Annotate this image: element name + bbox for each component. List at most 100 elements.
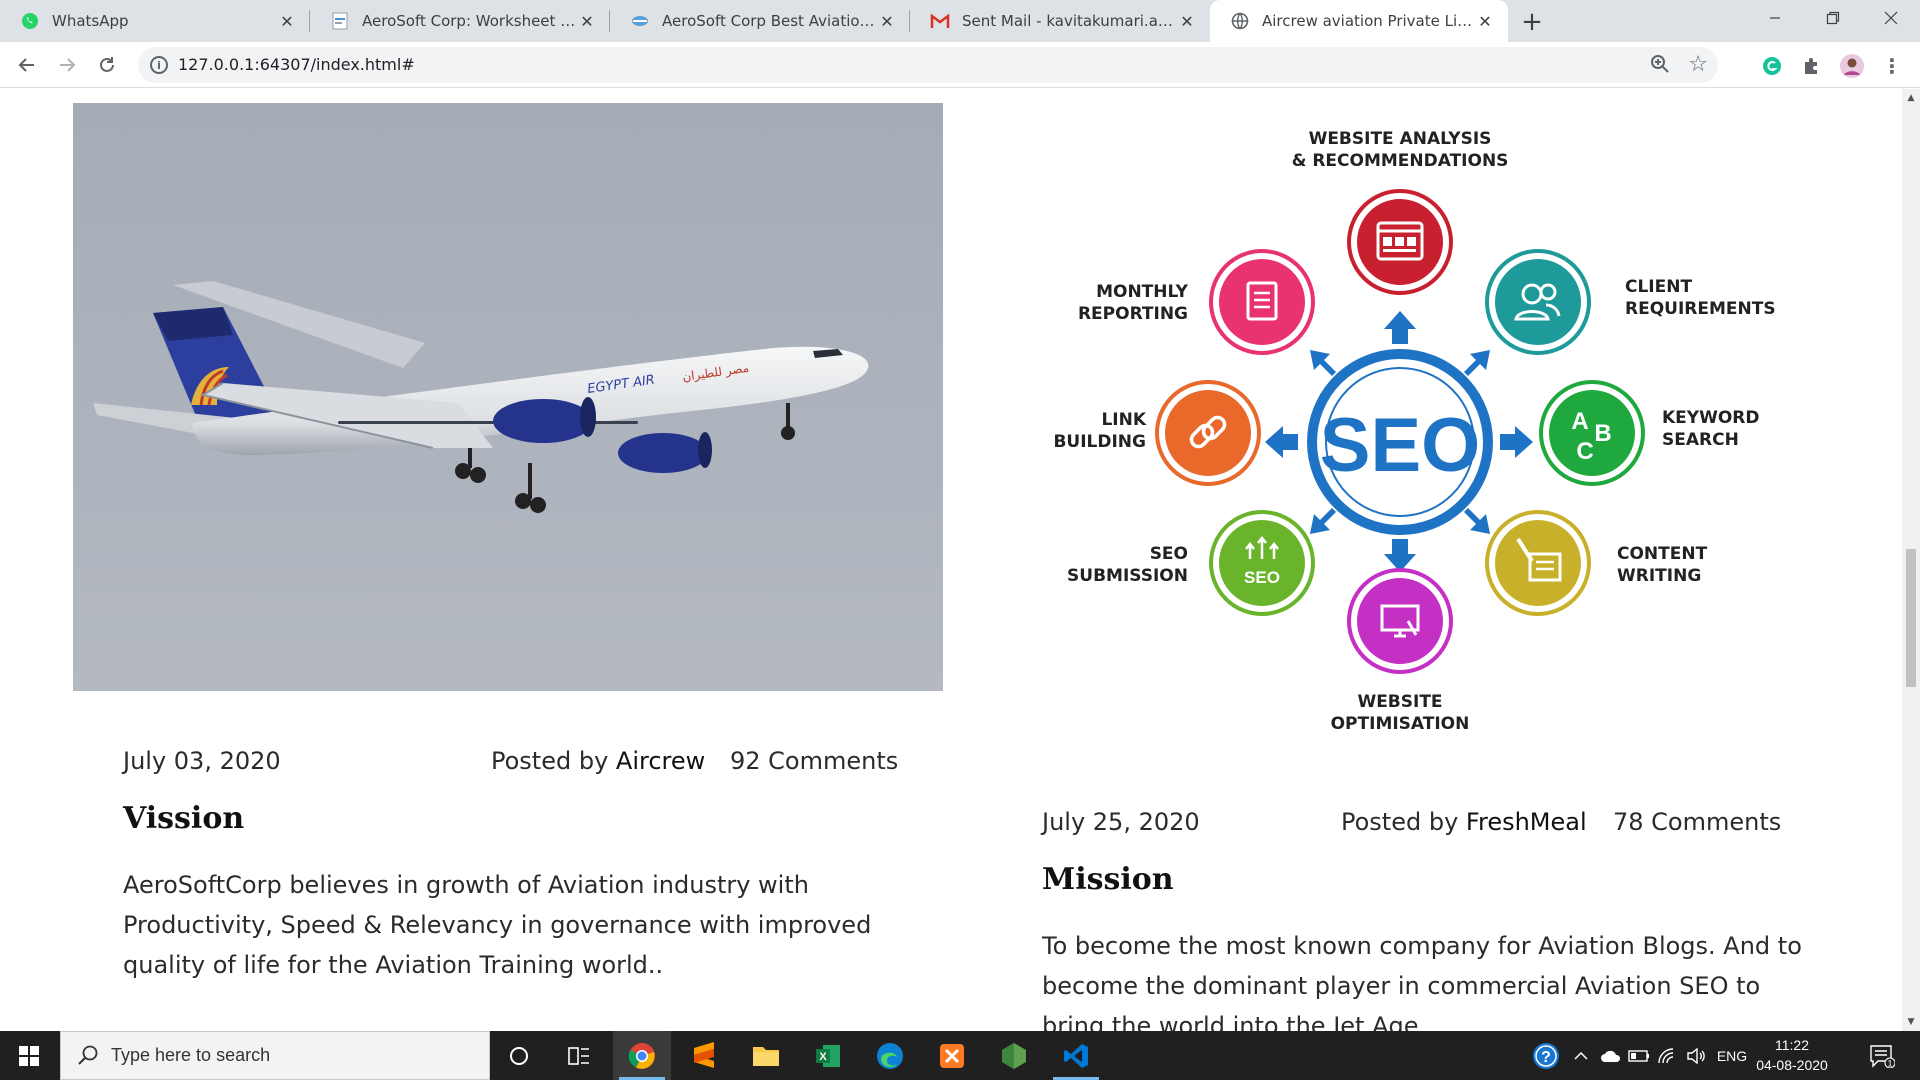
whatsapp-icon [20, 11, 40, 31]
seo-services-graphic: SEO WEBSITE ANALYSIS & RECOMMENDATIONS C… [1040, 99, 1800, 739]
post-author-line: Posted by FreshMeal [1341, 808, 1587, 836]
bookmark-star-icon[interactable]: ☆ [1688, 52, 1708, 77]
post-title-vission[interactable]: Vission [123, 801, 244, 836]
tab-aerosoft-seo[interactable]: AeroSoft Corp Best Aviation SEO ✕ [610, 0, 910, 42]
svg-text:X: X [819, 1051, 827, 1063]
sublime-text-icon[interactable] [675, 1031, 733, 1080]
taskbar-clock[interactable]: 11:22 04-08-2020 [1752, 1035, 1832, 1075]
monthly-circle [1209, 249, 1315, 355]
chrome-menu-icon[interactable]: ⋮ [1880, 54, 1904, 78]
post-author-link[interactable]: Aircrew [616, 747, 705, 775]
extensions-puzzle-icon[interactable] [1800, 54, 1824, 78]
show-hidden-icons-chevron-icon[interactable] [1568, 1031, 1594, 1080]
keyword-circle: A B C [1539, 380, 1645, 486]
tab-aircrew-active[interactable]: Aircrew aviation Private Limited | ✕ [1210, 0, 1508, 42]
address-bar[interactable]: i 127.0.0.1:64307/index.html# ☆ [138, 47, 1718, 83]
tab-title: AeroSoft Corp: Worksheet for Fe [362, 12, 576, 30]
svg-text:B: B [1594, 420, 1611, 447]
file-explorer-icon[interactable] [737, 1031, 795, 1080]
clock-time: 11:22 [1775, 1037, 1809, 1053]
airplane-photo: EGYPT AIR مصر للطيران [73, 103, 943, 691]
post-author-link[interactable]: FreshMeal [1466, 808, 1587, 836]
tab-whatsapp[interactable]: WhatsApp ✕ [0, 0, 310, 42]
post-title-mission[interactable]: Mission [1042, 862, 1174, 897]
close-tab-icon[interactable]: ✕ [1474, 10, 1496, 32]
chrome-taskbar-icon[interactable] [613, 1031, 671, 1080]
close-tab-icon[interactable]: ✕ [576, 10, 598, 32]
search-placeholder: Type here to search [111, 1045, 271, 1065]
arrow-left-icon [18, 58, 34, 72]
language-indicator[interactable]: ENG [1712, 1031, 1752, 1080]
help-icon[interactable]: ? [1528, 1031, 1564, 1080]
wifi-icon[interactable] [1654, 1031, 1680, 1080]
tab-title: AeroSoft Corp Best Aviation SEO [662, 12, 876, 30]
site-info-icon[interactable]: i [150, 56, 168, 74]
tab-worksheet[interactable]: AeroSoft Corp: Worksheet for Fe ✕ [310, 0, 610, 42]
excel-icon[interactable]: X [799, 1031, 857, 1080]
label-content-2: WRITING [1617, 566, 1701, 586]
aerosoft-favicon-icon [630, 11, 650, 31]
close-window-button[interactable] [1862, 0, 1920, 36]
label-monthly-2: REPORTING [1078, 304, 1188, 324]
label-monthly-1: MONTHLY [1096, 282, 1189, 302]
label-keyword-2: SEARCH [1662, 430, 1739, 450]
grammarly-extension-icon[interactable] [1760, 54, 1784, 78]
scroll-down-arrow-icon[interactable]: ▼ [1906, 1017, 1916, 1027]
taskbar-search-box[interactable]: Type here to search [60, 1031, 490, 1080]
svg-text:A: A [1571, 408, 1588, 435]
close-tab-icon[interactable]: ✕ [876, 10, 898, 32]
forward-button[interactable] [50, 48, 84, 82]
label-client-2: REQUIREMENTS [1625, 299, 1776, 319]
svg-text:C: C [1576, 438, 1593, 465]
close-tab-icon[interactable]: ✕ [276, 10, 298, 32]
new-tab-button[interactable]: + [1516, 6, 1548, 38]
page-scrollbar[interactable]: ▲ ▼ [1902, 89, 1920, 1031]
post-body: AeroSoftCorp believes in growth of Aviat… [123, 871, 872, 979]
xampp-icon[interactable] [923, 1031, 981, 1080]
minimize-button[interactable] [1746, 0, 1804, 36]
link-circle [1155, 380, 1261, 486]
posted-by-label: Posted by [1341, 808, 1459, 836]
posted-by-label: Posted by [491, 747, 609, 775]
post-comments-link[interactable]: 92 Comments [730, 747, 898, 775]
reload-button[interactable] [90, 48, 124, 82]
globe-icon [1230, 11, 1250, 31]
restore-button[interactable] [1804, 0, 1862, 36]
url-text[interactable]: 127.0.0.1:64307/index.html# [178, 55, 415, 74]
seo-center-text: SEO [1320, 403, 1481, 488]
submission-circle: SEO [1209, 510, 1315, 616]
search-icon [78, 1045, 98, 1065]
nodejs-icon[interactable] [985, 1031, 1043, 1080]
close-tab-icon[interactable]: ✕ [1176, 10, 1198, 32]
vscode-icon[interactable] [1047, 1031, 1105, 1080]
optimisation-circle [1347, 568, 1453, 674]
label-content-1: CONTENT [1617, 544, 1708, 564]
tab-gmail[interactable]: Sent Mail - kavitakumari.aerosoft ✕ [910, 0, 1210, 42]
profile-avatar[interactable] [1840, 54, 1864, 78]
start-button[interactable] [0, 1031, 58, 1080]
cortana-icon[interactable] [490, 1031, 548, 1080]
tab-title: Sent Mail - kavitakumari.aerosoft [962, 12, 1176, 30]
edge-icon[interactable] [861, 1031, 919, 1080]
battery-icon[interactable] [1626, 1031, 1652, 1080]
label-analysis-2: & RECOMMENDATIONS [1292, 151, 1509, 171]
zoom-icon[interactable] [1650, 54, 1672, 76]
scroll-up-arrow-icon[interactable]: ▲ [1906, 93, 1916, 103]
task-view-icon[interactable] [550, 1031, 608, 1080]
volume-icon[interactable] [1682, 1031, 1710, 1080]
svg-text:SEO: SEO [1244, 568, 1280, 587]
scrollbar-thumb[interactable] [1906, 549, 1916, 687]
windows-logo-icon [19, 1045, 39, 1066]
onedrive-cloud-icon[interactable] [1598, 1031, 1624, 1080]
reload-icon [100, 57, 114, 72]
post-comments-link[interactable]: 78 Comments [1613, 808, 1781, 836]
label-link-2: BUILDING [1053, 432, 1146, 452]
content-circle [1485, 510, 1591, 616]
tab-title: Aircrew aviation Private Limited | [1262, 12, 1474, 30]
back-button[interactable] [10, 48, 44, 82]
action-center-button[interactable]: 1 [1862, 1031, 1902, 1080]
doc-favicon-icon [330, 11, 350, 31]
notification-icon: 1 [1870, 1044, 1895, 1068]
clock-date: 04-08-2020 [1756, 1057, 1828, 1073]
post-date: July 25, 2020 [1042, 808, 1200, 836]
